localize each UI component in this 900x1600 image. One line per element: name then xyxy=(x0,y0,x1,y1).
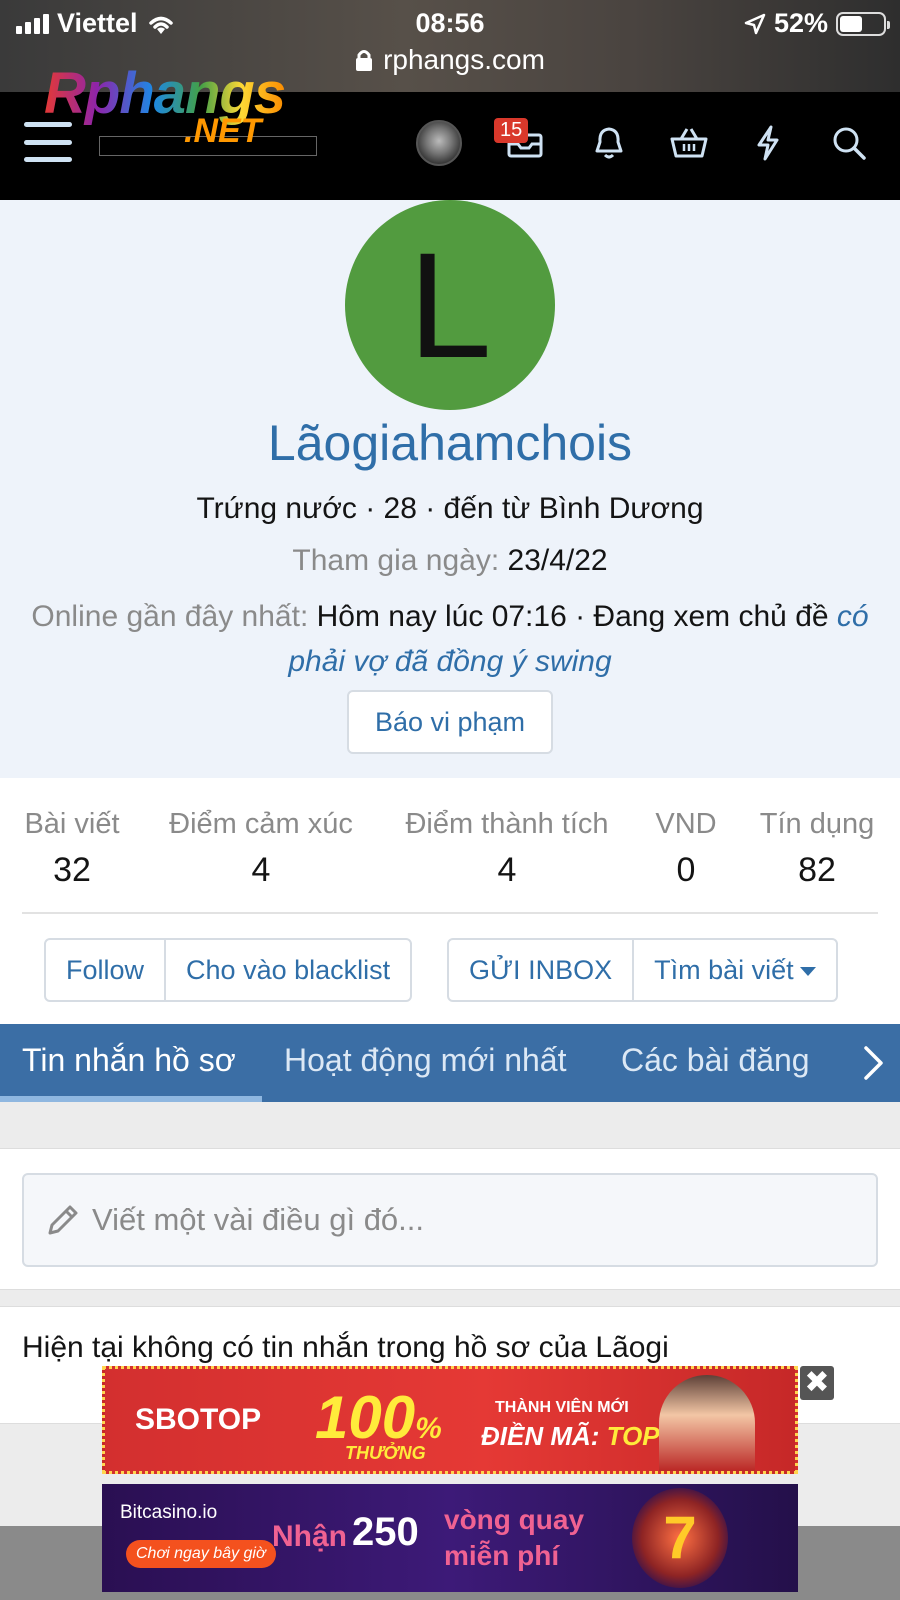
online-value: Hôm nay lúc 07:16 · Đang xem chủ đề xyxy=(316,600,829,633)
ad-big-number: 100 xyxy=(315,1384,416,1451)
stat-label: VND xyxy=(655,808,717,840)
tabs-scroll-right[interactable] xyxy=(848,1024,900,1102)
ad-code-value: TOP xyxy=(606,1421,660,1451)
profile-post-composer: Viết một vài điều gì đó... xyxy=(0,1148,900,1290)
profile-last-seen: Online gần đây nhất: Hôm nay lúc 07:16 ·… xyxy=(30,594,870,684)
stat-value: 0 xyxy=(676,851,696,889)
logo-sub: .NET xyxy=(184,112,262,150)
joined-label: Tham gia ngày: xyxy=(292,544,500,577)
status-input-placeholder: Viết một vài điều gì đó... xyxy=(92,1202,425,1237)
stat-credit: Tín dụng 82 xyxy=(756,808,878,890)
tab-profile-posts[interactable]: Tin nhắn hồ sơ xyxy=(22,1042,236,1079)
tab-latest-activity[interactable]: Hoạt động mới nhất xyxy=(284,1042,566,1079)
joined-value: 23/4/22 xyxy=(507,544,608,577)
basket-icon[interactable] xyxy=(666,120,712,166)
profile-joined: Tham gia ngày: 23/4/22 xyxy=(0,544,900,578)
stat-reactions[interactable]: Điểm cảm xúc 4 xyxy=(162,808,360,890)
ad-amount: 250 xyxy=(352,1510,419,1554)
ad-brand: SBOTOP xyxy=(135,1403,262,1436)
follow-button[interactable]: Follow xyxy=(46,940,164,1000)
stat-label: Điểm cảm xúc xyxy=(169,808,353,840)
bell-icon[interactable] xyxy=(586,120,632,166)
profile-avatar[interactable]: L xyxy=(345,200,555,410)
ad-brand: Bitcasino.io xyxy=(120,1502,218,1523)
active-tab-indicator xyxy=(0,1096,262,1102)
stat-label: Bài viết xyxy=(24,808,120,840)
blacklist-button[interactable]: Cho vào blacklist xyxy=(164,940,410,1000)
profile-header: L Lãogiahamchois Trứng nước · 28 · đến t… xyxy=(0,200,900,778)
ad-model-image xyxy=(659,1375,755,1471)
ad-percent: % xyxy=(415,1412,442,1445)
user-avatar[interactable] xyxy=(416,120,462,166)
ad-line1: vòng quay xyxy=(444,1504,585,1535)
stat-value: 4 xyxy=(497,851,517,889)
ad-code-label: ĐIỀN MÃ: xyxy=(481,1421,600,1451)
stat-value: 4 xyxy=(251,851,271,889)
stat-value: 82 xyxy=(798,851,836,889)
profile-stats: Bài viết 32 Điểm cảm xúc 4 Điểm thành tí… xyxy=(0,778,900,1024)
search-icon[interactable] xyxy=(826,120,872,166)
send-inbox-button[interactable]: GỬI INBOX xyxy=(449,940,632,1000)
battery-percent: 52% xyxy=(773,8,828,38)
profile-tabs: Tin nhắn hồ sơ Hoạt động mới nhất Các bà… xyxy=(0,1024,900,1102)
stat-label: Tín dụng xyxy=(759,808,875,840)
stat-label: Điểm thành tích xyxy=(405,808,609,840)
url-text: rphangs.com xyxy=(383,44,545,75)
lock-icon xyxy=(356,50,373,71)
location-arrow-icon xyxy=(744,13,766,34)
battery-status: 52% xyxy=(744,8,890,39)
inbox-badge: 15 xyxy=(494,118,529,143)
status-input[interactable]: Viết một vài điều gì đó... xyxy=(22,1173,878,1267)
close-ad-icon[interactable]: ✖ xyxy=(800,1366,834,1400)
report-button[interactable]: Báo vi phạm xyxy=(347,690,553,754)
profile-subtitle: Trứng nước · 28 · đến từ Bình Dương xyxy=(196,492,704,525)
ad-prefix: Nhận xyxy=(272,1520,347,1553)
online-label: Online gần đây nhất: xyxy=(31,600,309,633)
find-posts-label: Tìm bài viết xyxy=(654,955,794,985)
ad-cta-button[interactable]: Chơi ngay bây giờ xyxy=(126,1540,276,1568)
ad-code: ĐIỀN MÃ: TOP xyxy=(481,1421,660,1452)
ad-slot-icon: 7 xyxy=(632,1488,728,1588)
divider xyxy=(22,912,878,914)
site-logo[interactable]: Rphangs .NET xyxy=(44,60,314,160)
pencil-icon xyxy=(48,1205,78,1235)
tab-postings[interactable]: Các bài đăng xyxy=(621,1042,810,1079)
follow-button-group: Follow Cho vào blacklist xyxy=(44,938,413,1002)
stat-vnd: VND 0 xyxy=(652,808,720,890)
no-messages-text: Hiện tại không có tin nhắn trong hồ sơ c… xyxy=(22,1331,669,1364)
find-posts-button[interactable]: Tìm bài viết xyxy=(632,940,836,1000)
stat-posts[interactable]: Bài viết 32 xyxy=(22,808,122,890)
profile-username[interactable]: Lãogiahamchois xyxy=(0,414,900,472)
sbotop-banner-ad[interactable]: SBOTOP 100% THƯỞNG THÀNH VIÊN MỚI ĐIỀN M… xyxy=(102,1366,798,1474)
ad-bonus: THƯỞNG xyxy=(345,1443,426,1463)
chevron-down-icon xyxy=(799,967,816,977)
lightning-icon[interactable] xyxy=(745,120,791,166)
stat-achievements[interactable]: Điểm thành tích 4 xyxy=(400,808,614,890)
ad-line2: miễn phí xyxy=(444,1540,560,1571)
chevron-right-icon xyxy=(864,1046,883,1080)
ad-member: THÀNH VIÊN MỚI xyxy=(495,1399,629,1416)
status-bar: Viettel 08:56 52% xyxy=(0,6,900,40)
ad-headline: 100% xyxy=(315,1383,442,1452)
message-button-group: GỬI INBOX Tìm bài viết xyxy=(447,938,838,1002)
bitcasino-banner-ad[interactable]: Bitcasino.io Chơi ngay bây giờ Nhận 250 … xyxy=(102,1484,798,1592)
battery-icon xyxy=(836,11,890,36)
stat-value: 32 xyxy=(53,851,91,889)
site-header: Rphangs .NET 15 xyxy=(0,61,900,200)
